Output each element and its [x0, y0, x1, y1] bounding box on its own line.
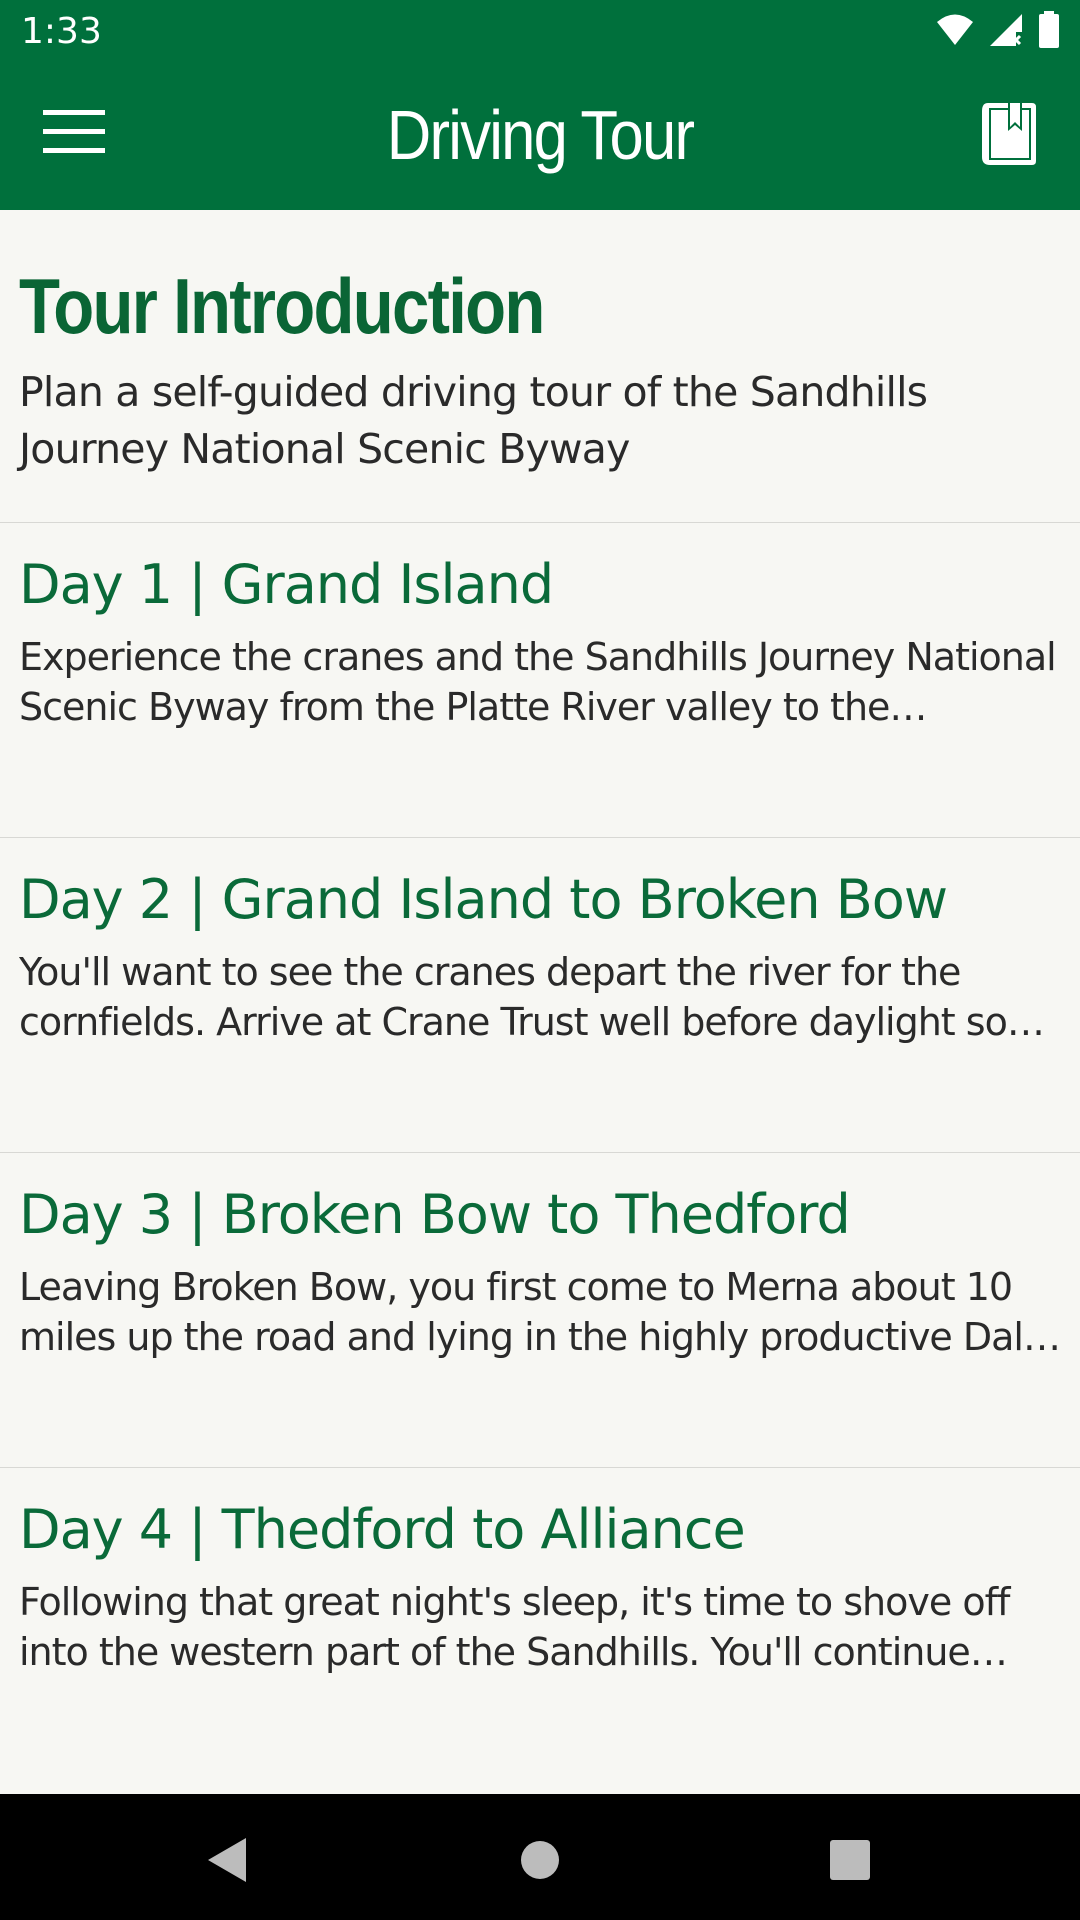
bookmark-button[interactable] — [974, 99, 1044, 173]
app-title: Driving Tour — [386, 96, 695, 174]
nav-recents-button[interactable] — [820, 1832, 880, 1892]
day-title: Day 4 | Thedford to Alliance — [19, 1498, 746, 1561]
recents-icon — [829, 1839, 871, 1885]
wifi-icon — [936, 13, 974, 51]
nav-home-button[interactable] — [510, 1832, 570, 1892]
status-icons — [936, 11, 1060, 53]
status-time: 1:33 — [21, 11, 102, 52]
battery-icon — [1038, 11, 1060, 53]
back-icon — [204, 1836, 248, 1888]
bookmark-book-icon — [982, 103, 1036, 169]
list-item-day-2[interactable]: Day 2 | Grand Island to Broken Bow You'l… — [0, 838, 1080, 1153]
day-description: You'll want to see the cranes depart the… — [19, 950, 1008, 1044]
home-icon — [519, 1839, 561, 1885]
status-bar: 1:33 — [0, 0, 1080, 63]
list-item-day-4[interactable]: Day 4 | Thedford to Alliance Following t… — [0, 1468, 1080, 1783]
intro-title: Tour Introduction — [19, 262, 545, 350]
nav-back-button[interactable] — [196, 1832, 256, 1892]
app-bar: Driving Tour — [0, 63, 1080, 210]
system-navigation-bar — [0, 1794, 1080, 1920]
intro-text: Plan a self-guided driving tour of the S… — [19, 368, 928, 473]
menu-button[interactable] — [30, 99, 118, 169]
list-item-day-1[interactable]: Day 1 | Grand Island Experience the cran… — [0, 523, 1080, 838]
day-description: Following that great night's sleep, it's… — [19, 1580, 1010, 1674]
day-title: Day 3 | Broken Bow to Thedford — [19, 1183, 851, 1246]
day-description: Leaving Broken Bow, you first come to Me… — [19, 1265, 1046, 1359]
tour-introduction[interactable]: Tour Introduction Plan a self-guided dri… — [0, 210, 1080, 523]
day-description: Experience the cranes and the Sandhills … — [19, 635, 1057, 729]
cell-signal-icon — [988, 12, 1024, 52]
hamburger-menu-icon — [43, 110, 105, 158]
day-title: Day 2 | Grand Island to Broken Bow — [19, 868, 948, 931]
day-title: Day 1 | Grand Island — [19, 553, 554, 616]
list-item-day-3[interactable]: Day 3 | Broken Bow to Thedford Leaving B… — [0, 1153, 1080, 1468]
tour-list: Tour Introduction Plan a self-guided dri… — [0, 210, 1080, 1794]
